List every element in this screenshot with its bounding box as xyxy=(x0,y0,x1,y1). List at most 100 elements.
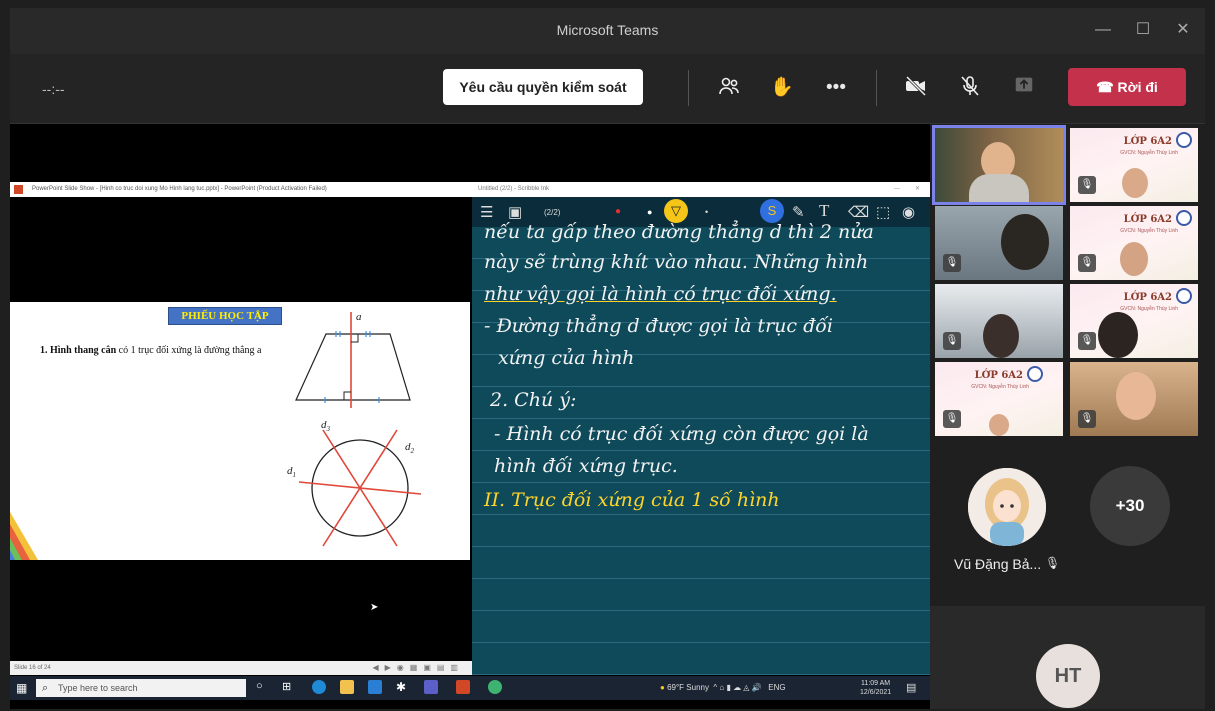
language-indicator[interactable]: ENG xyxy=(768,683,785,692)
muted-mic-icon: 🎙 xyxy=(1078,410,1096,428)
meeting-toolbar: --:-- Yêu cầu quyền kiểm soát ✋ ••• ☎ Rờ… xyxy=(10,54,1205,124)
notification-icon[interactable]: ▤ xyxy=(906,681,916,694)
muted-mic-icon: 🎙 xyxy=(943,254,961,272)
face xyxy=(1120,242,1148,276)
red-pen-dot[interactable]: ● xyxy=(615,206,621,217)
save-icon[interactable]: ▣ xyxy=(508,203,522,221)
school-logo xyxy=(1176,132,1192,148)
close-icon[interactable]: ✕ xyxy=(1168,18,1198,42)
ppt-status-bar: Slide 16 of 24 ◀▶◉▦▣▤▥ xyxy=(10,661,472,675)
video-tile-class[interactable]: LỚP 6A2 GVCN: Nguyễn Thùy Linh 🎙 xyxy=(1070,128,1198,202)
search-icon: ⌕ xyxy=(42,682,49,694)
face xyxy=(1098,312,1138,358)
class-label: LỚP 6A2 xyxy=(1123,136,1172,147)
leave-button[interactable]: ☎ Rời đi xyxy=(1068,68,1186,106)
clock-date: 12/6/2021 xyxy=(860,689,892,696)
school-logo xyxy=(1027,366,1043,382)
powerpoint-taskbar-icon[interactable] xyxy=(456,680,470,694)
class-label: LỚP 6A2 xyxy=(1123,214,1172,225)
teams-icon[interactable] xyxy=(424,680,438,694)
school-logo xyxy=(1176,210,1192,226)
slide-heading: PHIẾU HỌC TẬP xyxy=(168,307,282,325)
more-participants-button[interactable]: +30 xyxy=(1090,466,1170,546)
slide-item-text: có 1 trục đối xứng là đường thẳng a xyxy=(116,345,262,356)
text-tool-icon[interactable]: T xyxy=(819,201,829,221)
notes-close-icon[interactable]: ✕ xyxy=(915,182,920,197)
slide-decoration xyxy=(10,512,38,560)
notes-minimize-icon[interactable]: — xyxy=(894,182,900,197)
request-control-button[interactable]: Yêu cầu quyền kiểm soát xyxy=(443,69,643,105)
mic-off-icon[interactable] xyxy=(956,74,984,102)
edge-icon[interactable] xyxy=(312,680,326,694)
face xyxy=(989,414,1009,436)
mouse-cursor: ➤ xyxy=(370,602,379,613)
ppt-view-controls[interactable]: ◀▶◉▦▣▤▥ xyxy=(372,661,464,675)
share-icon[interactable] xyxy=(1010,74,1038,102)
svg-text:d3: d3 xyxy=(321,420,331,433)
face xyxy=(1001,214,1049,270)
select-icon[interactable]: ⬚ xyxy=(876,203,890,221)
shared-screen: PowerPoint Slide Show - [Hinh co truc do… xyxy=(10,124,930,709)
face xyxy=(1116,372,1156,420)
video-tile-class[interactable]: LỚP 6A2 GVCN: Nguyễn Thùy Linh 🎙 xyxy=(935,362,1063,436)
ppt-title-bar: PowerPoint Slide Show - [Hinh co truc do… xyxy=(10,182,472,197)
weather-text: 69°F Sunny xyxy=(667,683,709,692)
note-line-7: - Hình có trục đối xứng còn được gọi là xyxy=(494,423,869,445)
maximize-icon[interactable]: ☐ xyxy=(1128,18,1158,42)
face xyxy=(1122,168,1148,198)
weather-icon: ● xyxy=(660,683,665,692)
meeting-timer: --:-- xyxy=(42,81,65,97)
pen-tool-icon[interactable]: S xyxy=(760,199,784,223)
slide-item-bold: 1. Hình thang cân xyxy=(40,345,117,356)
note-line-5: xứng của hình xyxy=(498,347,635,369)
store-icon[interactable] xyxy=(368,680,382,694)
white-pen-dot[interactable]: ● xyxy=(647,207,652,217)
circle-symmetry-figure: d3 d2 d1 xyxy=(287,420,422,547)
note-line-4: - Đường thẳng d được gọi là trục đối xyxy=(484,315,833,337)
more-icon[interactable]: ••• xyxy=(822,74,850,102)
powerpoint-icon xyxy=(14,185,23,194)
app-icon[interactable]: ✱ xyxy=(396,680,410,694)
video-tile-class[interactable]: LỚP 6A2 GVCN: Nguyễn Thùy Linh 🎙 xyxy=(1070,284,1198,358)
svg-text:d1: d1 xyxy=(287,465,296,479)
minimize-icon[interactable]: — xyxy=(1088,18,1118,42)
raise-hand-icon[interactable]: ✋ xyxy=(768,74,796,102)
ppt-window-title: PowerPoint Slide Show - [Hinh co truc do… xyxy=(32,186,327,192)
cortana-icon[interactable]: ○ xyxy=(256,680,270,694)
shirt xyxy=(969,174,1029,202)
slide: PHIẾU HỌC TẬP 1. Hình thang cân có 1 trụ… xyxy=(10,302,470,560)
slide-item: 1. Hình thang cân có 1 trục đối xứng là … xyxy=(40,344,270,357)
window-title: Microsoft Teams xyxy=(556,22,659,38)
slide-counter: Slide 16 of 24 xyxy=(14,665,51,671)
view-icon[interactable]: ◉ xyxy=(902,203,915,221)
task-view-icon[interactable]: ⊞ xyxy=(282,680,296,694)
camera-off-icon[interactable] xyxy=(902,74,930,102)
windows-start-icon[interactable]: ▦ xyxy=(16,681,28,695)
video-tile-participant[interactable]: 🎙 xyxy=(935,284,1063,358)
pencil-icon[interactable]: ✎ xyxy=(792,203,805,221)
taskbar-search[interactable]: ⌕ Type here to search xyxy=(36,679,246,697)
video-tile-teacher[interactable] xyxy=(932,125,1066,205)
video-tile-class[interactable]: LỚP 6A2 GVCN: Nguyễn Thùy Linh 🎙 xyxy=(1070,206,1198,280)
trapezoid-figure: a xyxy=(295,311,411,408)
small-dot[interactable]: • xyxy=(705,207,708,217)
file-explorer-icon[interactable] xyxy=(340,680,354,694)
note-line-2: này sẽ trùng khít vào nhau. Những hình xyxy=(484,251,869,273)
participant-tile[interactable]: HT xyxy=(930,606,1205,709)
note-line-1: nếu ta gấp theo đường thẳng d thì 2 nửa xyxy=(484,221,874,243)
avatar-illustration xyxy=(968,468,1046,546)
highlighter-icon[interactable]: ▽ xyxy=(664,199,688,223)
people-icon[interactable] xyxy=(715,74,743,102)
muted-mic-icon: 🎙 xyxy=(1078,254,1096,272)
class-subtitle: GVCN: Nguyễn Thùy Linh xyxy=(1120,150,1178,156)
note-line-6: 2. Chú ý: xyxy=(490,389,577,411)
video-tile-participant[interactable]: 🎙 xyxy=(1070,362,1198,436)
menu-icon[interactable]: ☰ xyxy=(480,203,493,221)
avatar[interactable] xyxy=(968,468,1046,546)
taskbar-clock[interactable]: 11:09 AM 12/6/2021 xyxy=(860,679,891,697)
video-tile-participant[interactable]: 🎙 xyxy=(935,206,1063,280)
chrome-icon[interactable] xyxy=(488,680,502,694)
powerpoint-window: PowerPoint Slide Show - [Hinh co truc do… xyxy=(10,182,472,675)
handwriting-board[interactable]: nếu ta gấp theo đường thẳng d thì 2 nửa … xyxy=(472,221,930,675)
eraser-icon[interactable]: ⌫ xyxy=(848,203,869,221)
